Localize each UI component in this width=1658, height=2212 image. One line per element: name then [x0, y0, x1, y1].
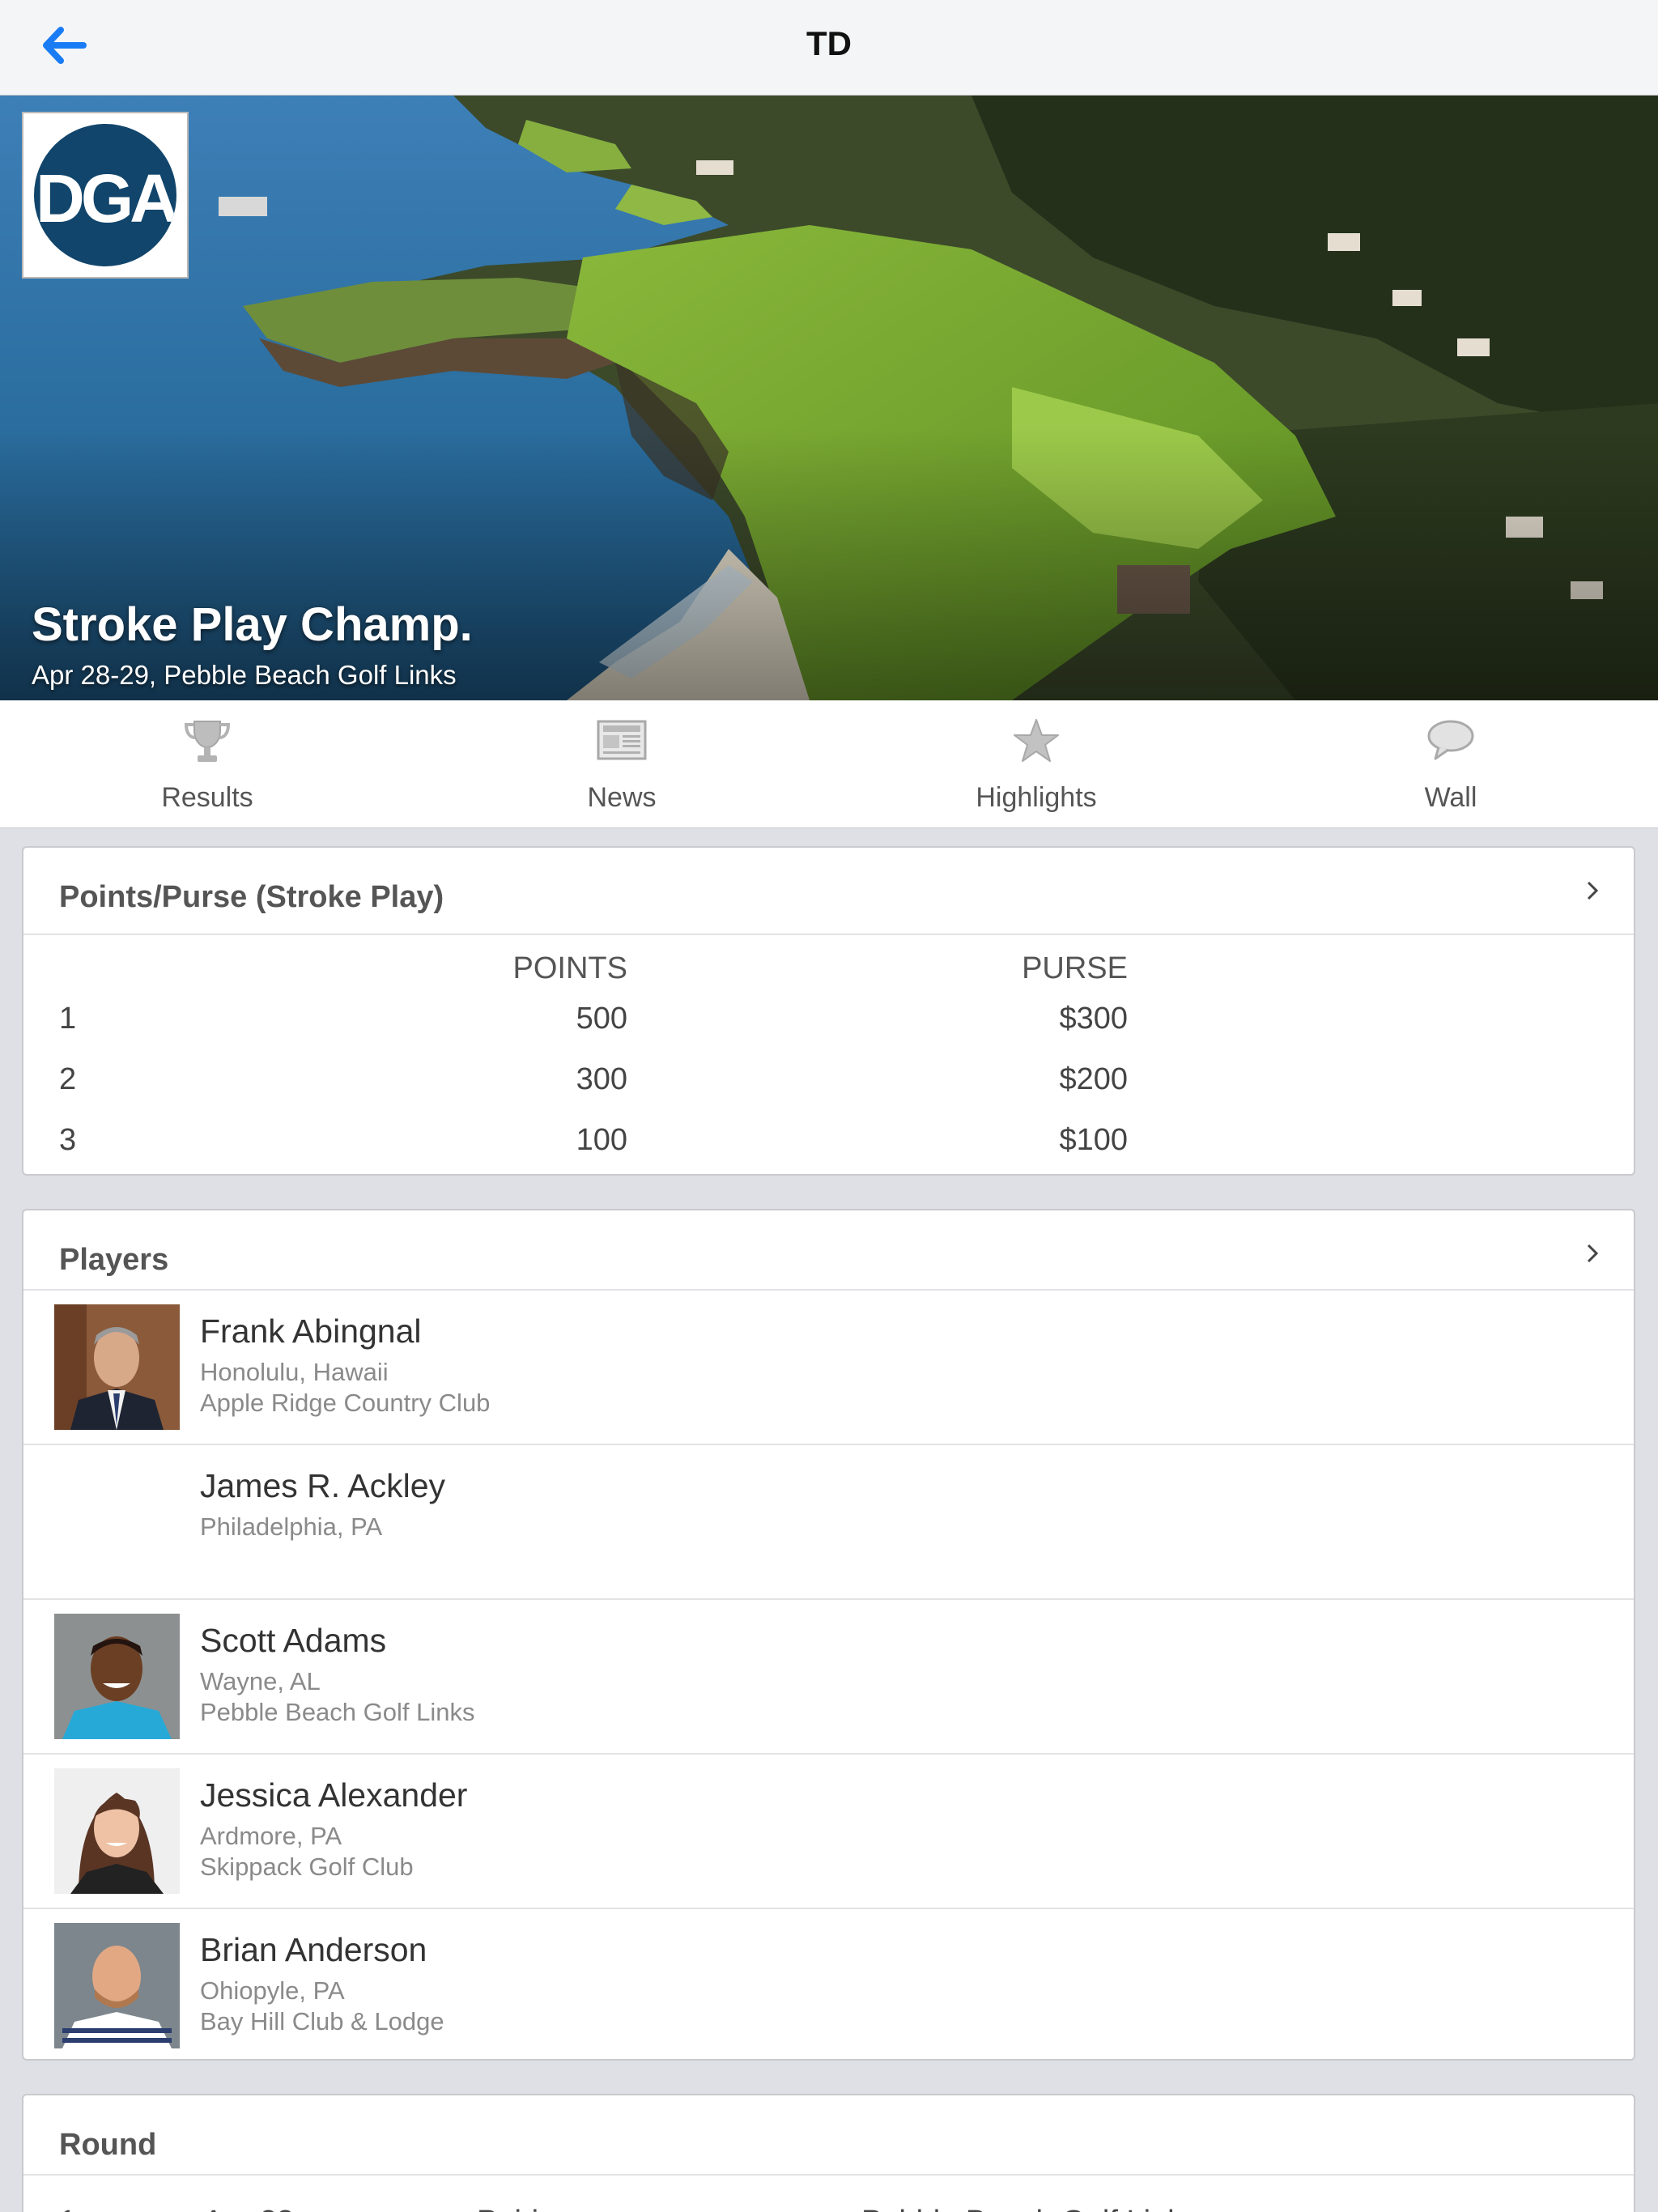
player-club: Bay Hill Club & Lodge: [200, 2007, 444, 2035]
tab-news-label: News: [587, 782, 657, 813]
page-title: TD: [806, 24, 852, 62]
chevron-right-icon: [1587, 1244, 1599, 1263]
player-club: Skippack Golf Club: [200, 1853, 414, 1881]
player-location: Honolulu, Hawaii: [200, 1358, 389, 1386]
event-title: Stroke Play Champ.: [32, 598, 473, 651]
player-photo: [54, 1923, 180, 2048]
tab-highlights[interactable]: Highlights: [829, 700, 1244, 828]
points-cell: 500: [576, 1002, 627, 1036]
points-purse-title: Points/Purse (Stroke Play): [59, 880, 444, 914]
avatar: [54, 1923, 180, 2048]
tour-logo: DGA: [22, 112, 189, 279]
list-item[interactable]: Jessica Alexander Ardmore, PA Skippack G…: [23, 1755, 1634, 1909]
round-course: Pebble Beach Golf Links: [861, 2205, 1198, 2212]
player-name: Frank Abingnal: [200, 1312, 422, 1350]
purse-cell: $100: [1059, 1123, 1128, 1157]
list-item[interactable]: Brian Anderson Ohiopyle, PA Bay Hill Clu…: [23, 1909, 1634, 2064]
player-name: James R. Ackley: [200, 1467, 446, 1504]
avatar: [54, 1614, 180, 1739]
logo-badge: DGA: [34, 124, 176, 266]
rank-cell: 2: [59, 1062, 77, 1096]
players-title: Players: [59, 1243, 169, 1277]
player-name: Scott Adams: [200, 1622, 387, 1659]
tab-news[interactable]: News: [414, 700, 829, 828]
trophy-icon: [184, 721, 231, 762]
star-icon: [1014, 719, 1059, 762]
list-item[interactable]: James R. Ackley Philadelphia, PA: [23, 1445, 1634, 1600]
round-number: 1: [59, 2205, 76, 2212]
purse-column-header: PURSE: [1022, 951, 1128, 985]
player-location: Ohiopyle, PA: [200, 1976, 345, 2005]
tab-highlights-label: Highlights: [976, 782, 1097, 813]
points-purse-header[interactable]: Points/Purse (Stroke Play): [23, 848, 1634, 935]
hero-banner: DGA Stroke Play Champ. Apr 28-29, Pebble…: [0, 96, 1658, 700]
player-location: Philadelphia, PA: [200, 1512, 383, 1541]
players-header[interactable]: Players: [23, 1210, 1634, 1291]
rank-cell: 1: [59, 1002, 77, 1036]
player-photo: [54, 1614, 180, 1739]
points-purse-column-headers: POINTS PURSE: [23, 935, 1634, 992]
list-item[interactable]: Frank Abingnal Honolulu, Hawaii Apple Ri…: [23, 1291, 1634, 1445]
tab-results-label: Results: [161, 782, 253, 813]
round-title: Round: [59, 2128, 157, 2162]
player-location: Wayne, AL: [200, 1667, 321, 1695]
table-row: 3 100 $100: [23, 1113, 1634, 1174]
speech-bubble-icon: [1427, 720, 1474, 760]
round-date: Apr 28: [203, 2205, 294, 2212]
newspaper-icon: [597, 720, 647, 760]
chevron-right-icon: [1587, 881, 1599, 900]
points-cell: 300: [576, 1062, 627, 1096]
player-location: Ardmore, PA: [200, 1822, 342, 1850]
points-column-header: POINTS: [512, 951, 627, 985]
purse-cell: $300: [1059, 1002, 1128, 1036]
table-row: 1 500 $300: [23, 992, 1634, 1053]
player-name: Brian Anderson: [200, 1931, 427, 1968]
players-card: Players Frank Abingnal Honolulu, Hawaii …: [22, 1209, 1635, 2061]
section-tab-bar: Results News Highlights Wall: [0, 700, 1658, 828]
player-photo: [54, 1768, 180, 1894]
player-club: Apple Ridge Country Club: [200, 1389, 491, 1417]
round-type: Pairi...: [477, 2205, 564, 2212]
purse-cell: $200: [1059, 1062, 1128, 1096]
avatar: [54, 1768, 180, 1894]
player-name: Jessica Alexander: [200, 1776, 468, 1814]
navigation-bar: TD: [0, 0, 1658, 96]
list-item[interactable]: Scott Adams Wayne, AL Pebble Beach Golf …: [23, 1600, 1634, 1755]
player-club: Pebble Beach Golf Links: [200, 1698, 475, 1726]
avatar: [54, 1304, 180, 1430]
tab-wall[interactable]: Wall: [1244, 700, 1658, 828]
round-card: Round 1 Apr 28 Pairi... Pebble Beach Gol…: [22, 2094, 1635, 2212]
tab-results[interactable]: Results: [0, 700, 414, 828]
rank-cell: 3: [59, 1123, 77, 1157]
player-photo: [54, 1304, 180, 1430]
logo-text: DGA: [36, 160, 176, 236]
event-subtitle: Apr 28-29, Pebble Beach Golf Links: [32, 660, 457, 690]
round-header[interactable]: Round: [23, 2095, 1634, 2176]
tab-wall-label: Wall: [1424, 782, 1477, 813]
points-purse-card: Points/Purse (Stroke Play) POINTS PURSE …: [22, 846, 1635, 1176]
points-cell: 100: [576, 1123, 627, 1157]
table-row: 2 300 $200: [23, 1053, 1634, 1113]
table-row[interactable]: 1 Apr 28 Pairi... Pebble Beach Golf Link…: [23, 2176, 1634, 2212]
